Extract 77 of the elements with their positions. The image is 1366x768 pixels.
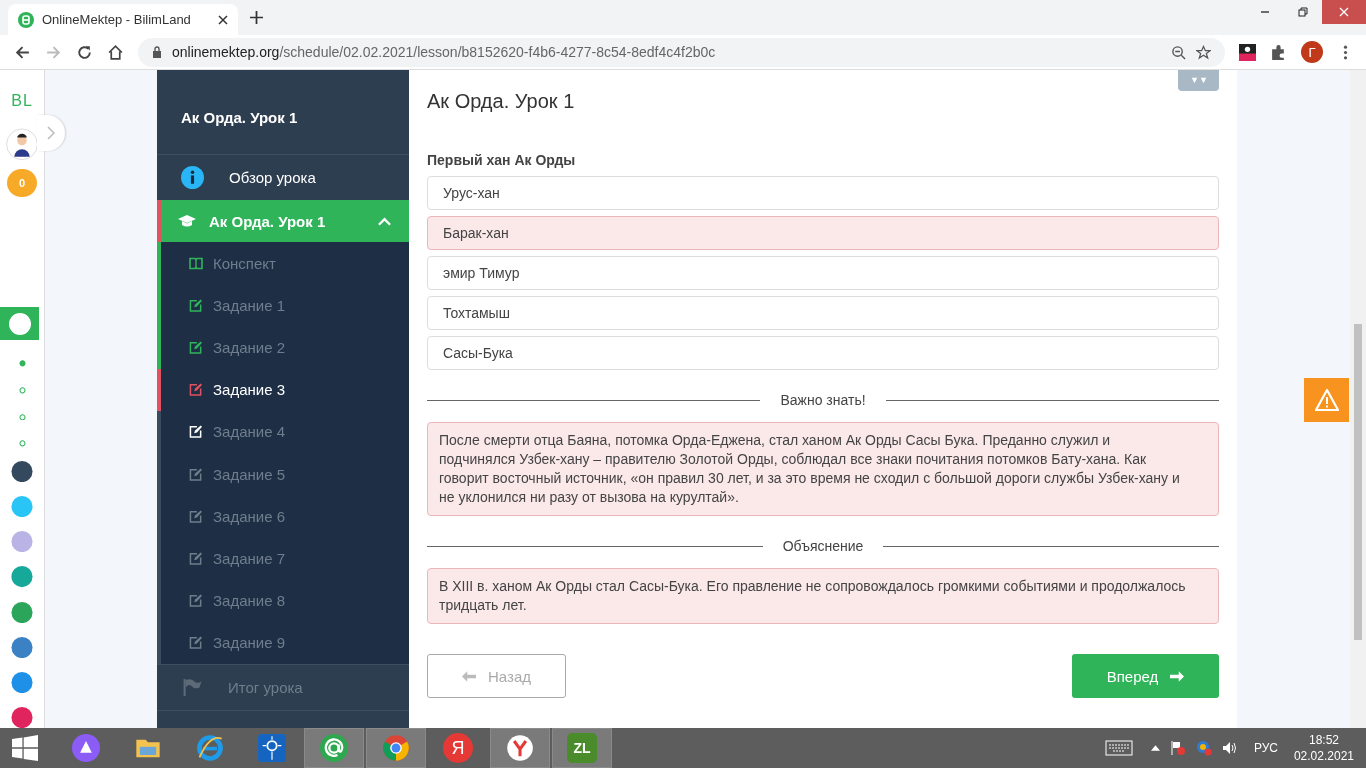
next-button[interactable]: Вперед (1072, 654, 1219, 698)
app-icon[interactable] (11, 636, 33, 658)
section-heading: Важно знать! (780, 392, 866, 408)
explanation-text: После смерти отца Баяна, потомка Орда-Еджена, стал ханом Ак Орды Сасы Бука. Преданно служил и подчинялся Узбек-хану – правителю Золотой Орды, соблюдал все знаки почитания потомков Бату-хана. Как говорит восточный источник, «он правил 30 лет, и за это время не сходил с большой дороги службы Узбек-хану и не уклонился ни разу от вызова на курултай». (439, 432, 1180, 505)
answer-option[interactable]: эмир Тимур (427, 256, 1219, 290)
sun-icon (258, 734, 286, 762)
answer-option[interactable]: Тохтамыш (427, 296, 1219, 330)
clock[interactable]: 18:52 02.02.2021 (1293, 732, 1354, 764)
puzzle-icon[interactable] (1270, 43, 1287, 61)
coins-badge[interactable]: 0 (7, 168, 37, 198)
home-icon[interactable] (107, 43, 124, 61)
answer-option[interactable]: Сасы-Бука (427, 336, 1219, 370)
user-avatar-icon[interactable] (5, 128, 39, 161)
close-icon (1339, 7, 1349, 17)
antivirus-icon[interactable] (1195, 740, 1212, 756)
restore-icon[interactable] (1298, 7, 1308, 17)
volume-icon[interactable] (1221, 740, 1238, 756)
app-letter: Я (443, 733, 473, 763)
taskbar-app[interactable] (490, 728, 550, 768)
tray-expand-icon[interactable] (1150, 745, 1160, 751)
y-browser-icon (506, 734, 534, 762)
page-dot[interactable] (18, 386, 26, 394)
app-icon[interactable] (11, 706, 33, 728)
lesson-heading: Ак Орда. Урок 1 (427, 90, 575, 113)
app-tile[interactable] (0, 307, 39, 341)
taskbar-app[interactable]: Я (428, 728, 488, 768)
back-button[interactable]: Назад (427, 654, 566, 698)
start-icon[interactable] (12, 735, 38, 761)
taskbar-app[interactable] (304, 728, 364, 768)
report-button[interactable] (1304, 378, 1349, 422)
graduation-cap-icon (177, 214, 197, 228)
app-logo-icon (8, 312, 31, 335)
overview-item[interactable]: Обзор урока (157, 155, 409, 200)
arrow-right-icon (1170, 670, 1185, 682)
page-dot[interactable] (18, 440, 26, 447)
logo[interactable]: BL (11, 92, 33, 110)
app-icon[interactable] (11, 461, 33, 483)
keyboard-icon[interactable] (1104, 740, 1133, 756)
browser-e-icon (196, 734, 224, 762)
at-sign-icon (320, 734, 348, 762)
zoom-out-icon[interactable] (1171, 44, 1186, 60)
answer-option[interactable]: Урус-хан (427, 176, 1219, 210)
close-tab-icon[interactable] (218, 14, 228, 25)
question-text: Первый хан Ак Орды (427, 152, 577, 168)
extension-icon[interactable] (1239, 43, 1256, 61)
lock-icon (152, 46, 162, 58)
section-heading: Объяснение (782, 538, 864, 554)
profile-avatar[interactable]: Г (1301, 41, 1323, 63)
network-flag-icon[interactable] (1169, 740, 1186, 756)
assistant-icon (72, 734, 100, 762)
favicon-icon (18, 11, 34, 28)
explanation-text: В XIII в. ханом Ак Орды стал Сасы-Бука. Его правление не сопровождалось громкими событиями и продолжалось тридцать лет. (439, 578, 1186, 613)
address-bar[interactable]: onlinemektep.org/schedule/02.02.2021/lesson/b8152620-f4b6-4277-8c54-8edf4c4f2b0c (138, 37, 1225, 67)
info-icon (181, 166, 204, 189)
module-item[interactable]: Ак Орда. Урок 1 (157, 200, 409, 242)
browser-tab[interactable]: OnlineMektep - BilimLand (8, 4, 238, 35)
scrollbar[interactable] (1350, 70, 1366, 728)
answer-option[interactable]: Барак-хан (427, 216, 1219, 250)
arrow-left-icon (462, 670, 476, 682)
summary-item[interactable]: Итог урока (157, 663, 409, 711)
lesson-title: Ак Орда. Урок 1 (181, 108, 298, 126)
chrome-icon (382, 734, 410, 762)
page-dot[interactable] (18, 360, 26, 367)
taskbar-app[interactable]: ZL (552, 728, 612, 768)
new-tab-icon[interactable] (250, 11, 263, 24)
tab-title: OnlineMektep - BilimLand (42, 12, 192, 27)
chevron-icon (378, 216, 391, 226)
star-icon[interactable] (1196, 44, 1211, 60)
flag-icon (181, 677, 203, 697)
warning-icon (1314, 389, 1339, 411)
close-window-button[interactable] (1322, 0, 1366, 24)
chevron-right-icon (47, 126, 55, 140)
page-dot[interactable] (18, 413, 26, 421)
reload-icon[interactable] (76, 43, 93, 61)
expand-icon (1189, 76, 1208, 85)
language-indicator[interactable]: РУС (1253, 741, 1278, 755)
app-letter: ZL (567, 733, 597, 763)
